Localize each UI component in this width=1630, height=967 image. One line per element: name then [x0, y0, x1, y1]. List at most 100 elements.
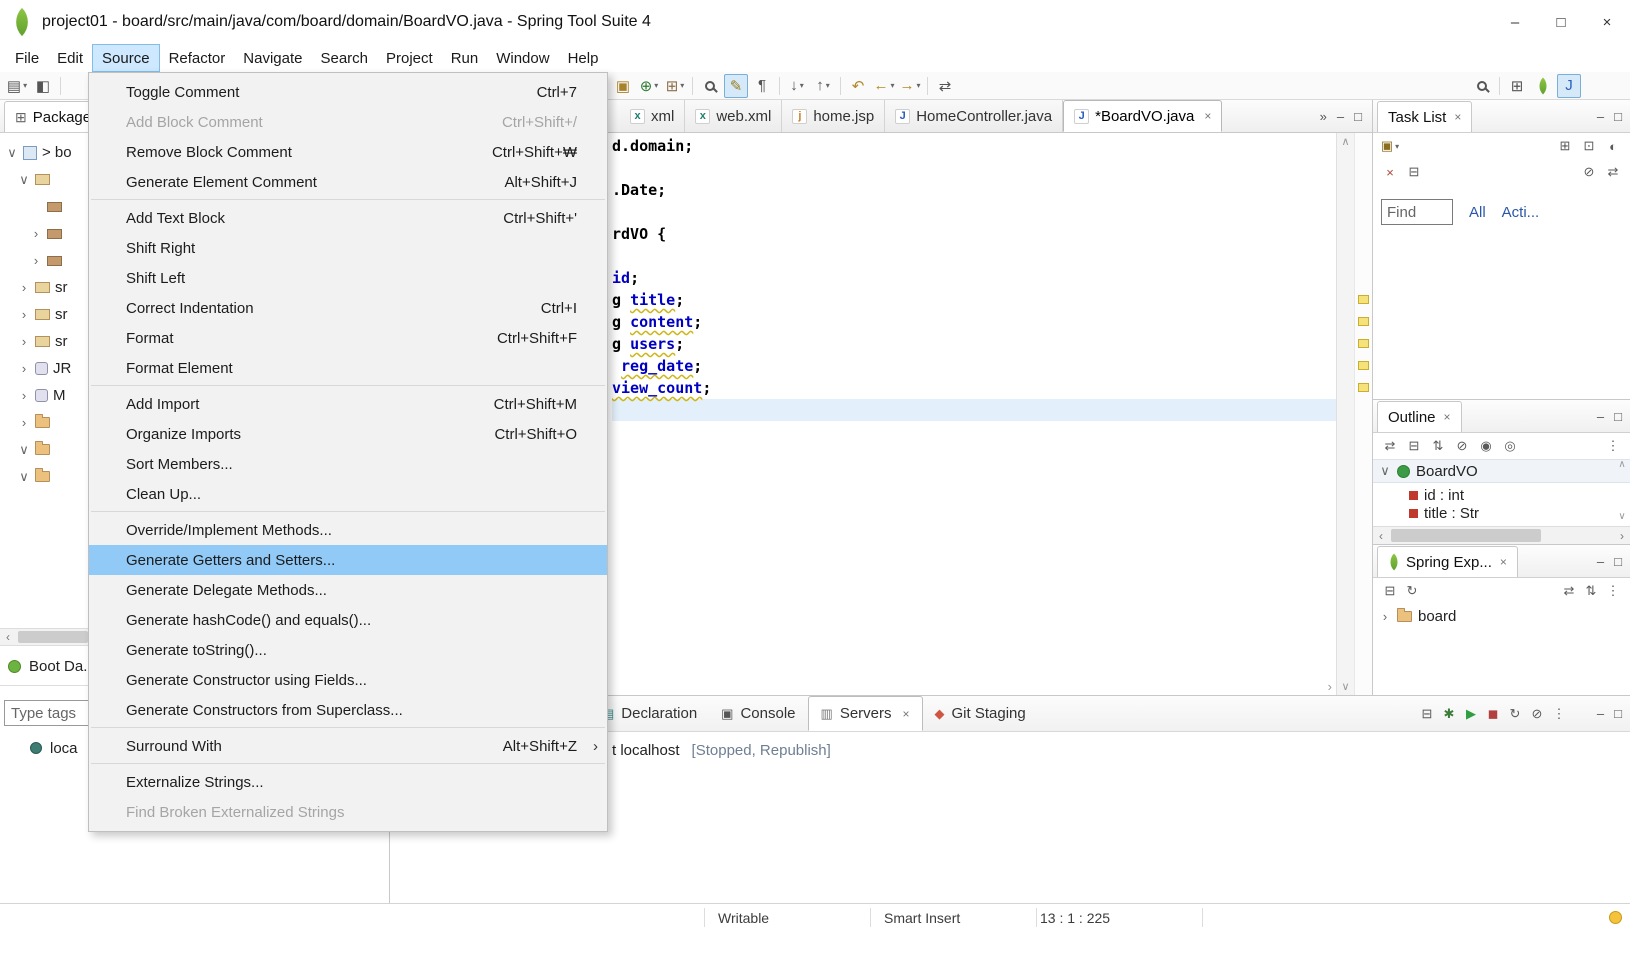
tab-task-list[interactable]: Task List × — [1377, 101, 1473, 132]
tab-overflow-icon[interactable]: » — [1320, 109, 1327, 124]
menu-item-generate-element-comment[interactable]: Generate Element Comment Alt+Shift+J — [89, 167, 607, 197]
scrollbar-track[interactable] — [1389, 527, 1614, 544]
code-line-9[interactable]: g content; — [612, 311, 1336, 333]
code-line-3[interactable]: .Date; — [612, 179, 1336, 201]
refresh-icon[interactable]: ↻ — [1401, 580, 1423, 602]
link-with-editor-icon[interactable]: ⇄ — [1379, 435, 1401, 457]
menu-item-remove-block-comment[interactable]: Remove Block Comment Ctrl+Shift+₩ — [89, 137, 607, 167]
menubar-item-file[interactable]: File — [6, 44, 48, 72]
close-view-icon[interactable]: × — [1500, 555, 1507, 569]
prev-annotation-icon[interactable]: ↑ ▾ — [811, 74, 835, 98]
chevron-right-icon[interactable]: › — [18, 388, 30, 403]
close-view-icon[interactable]: × — [1444, 410, 1451, 424]
new-task-icon[interactable]: ▣ ▾ — [1379, 135, 1401, 157]
warning-mark[interactable] — [1358, 339, 1369, 348]
debug-server-icon[interactable]: ✱ — [1438, 703, 1460, 725]
menu-item-format[interactable]: Format Ctrl+Shift+F — [89, 323, 607, 353]
chevron-down-icon[interactable]: ∨ — [6, 145, 18, 161]
view-menu-icon[interactable]: ⋮ — [1602, 435, 1624, 457]
spring-perspective-icon[interactable] — [1531, 74, 1555, 98]
menu-item-shift-left[interactable]: Shift Left — [89, 263, 607, 293]
scroll-down-icon[interactable]: ∨ — [1341, 680, 1349, 693]
tab-outline[interactable]: Outline × — [1377, 401, 1462, 432]
warning-mark[interactable] — [1358, 317, 1369, 326]
menu-item-organize-imports[interactable]: Organize Imports Ctrl+Shift+O — [89, 419, 607, 449]
find-input[interactable] — [1381, 199, 1453, 225]
outline-item-id-int[interactable]: id : int — [1373, 483, 1630, 507]
categorized-icon[interactable]: ⊞ — [1554, 135, 1576, 157]
maximize-pane-icon[interactable]: □ — [1614, 109, 1622, 124]
view-menu-icon[interactable]: ⋮ — [1602, 580, 1624, 602]
search-icon[interactable] — [698, 74, 722, 98]
editor-tab-boardvo-java[interactable]: J *BoardVO.java × — [1063, 100, 1223, 132]
delete-task-icon[interactable]: × — [1379, 161, 1401, 183]
minimize-pane-icon[interactable]: – — [1597, 554, 1604, 569]
chevron-right-icon[interactable]: › — [18, 415, 30, 430]
scroll-down-icon[interactable]: ∨ — [1618, 511, 1625, 522]
minimize-pane-icon[interactable]: – — [1597, 706, 1604, 721]
sort-icon[interactable]: ⇅ — [1427, 435, 1449, 457]
maximize-window-button[interactable]: □ — [1538, 0, 1584, 44]
show-whitespace-icon[interactable]: ¶ — [750, 74, 774, 98]
close-tab-icon[interactable]: × — [1204, 109, 1211, 123]
mark-occurrences-icon[interactable]: ✎ — [724, 73, 748, 98]
focus-workweek-icon[interactable]: ◐ — [1602, 135, 1624, 157]
minimize-window-button[interactable]: – — [1492, 0, 1538, 44]
minimize-pane-icon[interactable]: – — [1597, 409, 1604, 424]
menu-item-add-import[interactable]: Add Import Ctrl+Shift+M — [89, 389, 607, 419]
filter-icon[interactable]: ⊘ — [1578, 161, 1600, 183]
menubar-item-help[interactable]: Help — [559, 44, 608, 72]
view-tab-console[interactable]: ▣ Console — [709, 696, 807, 731]
chevron-right-icon[interactable]: › — [18, 280, 30, 295]
chevron-right-icon[interactable]: › — [18, 361, 30, 376]
scroll-up-icon[interactable]: ∧ — [1341, 135, 1349, 148]
forward-icon[interactable]: → ▾ — [898, 74, 922, 98]
scheduled-icon[interactable]: ⊡ — [1578, 135, 1600, 157]
link-with-editor-icon[interactable]: ⇄ — [933, 74, 957, 98]
warning-mark[interactable] — [1358, 361, 1369, 370]
menubar-item-project[interactable]: Project — [377, 44, 442, 72]
warning-mark[interactable] — [1358, 383, 1369, 392]
clean-icon[interactable]: ⊘ — [1526, 703, 1548, 725]
menu-item-generate-hashcode-and-equals[interactable]: Generate hashCode() and equals()... — [89, 605, 607, 635]
start-server-icon[interactable]: ▶ — [1460, 703, 1482, 725]
hide-fields-icon[interactable]: ⊘ — [1451, 435, 1473, 457]
menubar-item-search[interactable]: Search — [311, 44, 377, 72]
minimize-pane-icon[interactable]: – — [1597, 109, 1604, 124]
last-edit-location-icon[interactable]: ↶ — [846, 74, 870, 98]
link-all[interactable]: All — [1469, 204, 1486, 221]
close-tab-icon[interactable]: × — [903, 707, 910, 721]
code-line-7[interactable]: id; — [612, 267, 1336, 289]
chevron-right-icon[interactable]: › — [18, 334, 30, 349]
chevron-down-icon[interactable]: ∨ — [1379, 463, 1391, 479]
code-line-5[interactable]: rdVO { — [612, 223, 1336, 245]
open-perspective-icon[interactable]: ⊞ — [1505, 74, 1529, 98]
scrollbar-thumb[interactable] — [1391, 529, 1541, 542]
link-activate[interactable]: Acti... — [1502, 204, 1540, 221]
menu-item-toggle-comment[interactable]: Toggle Comment Ctrl+7 — [89, 77, 607, 107]
menu-item-generate-getters-and-setters[interactable]: Generate Getters and Setters... — [89, 545, 607, 575]
notification-icon[interactable] — [1609, 911, 1622, 924]
view-tab-git-staging[interactable]: ◆ Git Staging — [923, 696, 1038, 731]
menu-item-override-implement-methods[interactable]: Override/Implement Methods... — [89, 515, 607, 545]
hide-static-icon[interactable]: ◉ — [1475, 435, 1497, 457]
menu-item-add-text-block[interactable]: Add Text Block Ctrl+Shift+' — [89, 203, 607, 233]
code-line-2[interactable] — [612, 157, 1336, 179]
link-with-editor-icon[interactable]: ⇄ — [1602, 161, 1624, 183]
editor-vscrollbar[interactable]: ∧ ∨ — [1336, 133, 1354, 695]
maximize-pane-icon[interactable]: □ — [1614, 706, 1622, 721]
chevron-right-icon[interactable]: › — [30, 253, 42, 268]
collapse-all-icon[interactable]: ⊟ — [1416, 703, 1438, 725]
outline-hscrollbar[interactable]: ‹ › — [1373, 526, 1630, 544]
menubar-item-run[interactable]: Run — [442, 44, 488, 72]
code-line-11[interactable]: reg_date; — [612, 355, 1336, 377]
next-annotation-icon[interactable]: ↓ ▾ — [785, 74, 809, 98]
open-task-icon[interactable]: ▣ — [611, 74, 635, 98]
outline-item-boardvo[interactable]: ∨ BoardVO — [1373, 459, 1630, 483]
editor-tab-xml[interactable]: x xml — [620, 100, 686, 132]
menu-item-clean-up[interactable]: Clean Up... — [89, 479, 607, 509]
menu-item-generate-constructors-from-superclass[interactable]: Generate Constructors from Superclass... — [89, 695, 607, 725]
new-java-package-icon[interactable]: ⊞ ▾ — [663, 74, 687, 98]
maximize-pane-icon[interactable]: □ — [1614, 554, 1622, 569]
menu-item-surround-with[interactable]: Surround With Alt+Shift+Z › — [89, 731, 607, 761]
